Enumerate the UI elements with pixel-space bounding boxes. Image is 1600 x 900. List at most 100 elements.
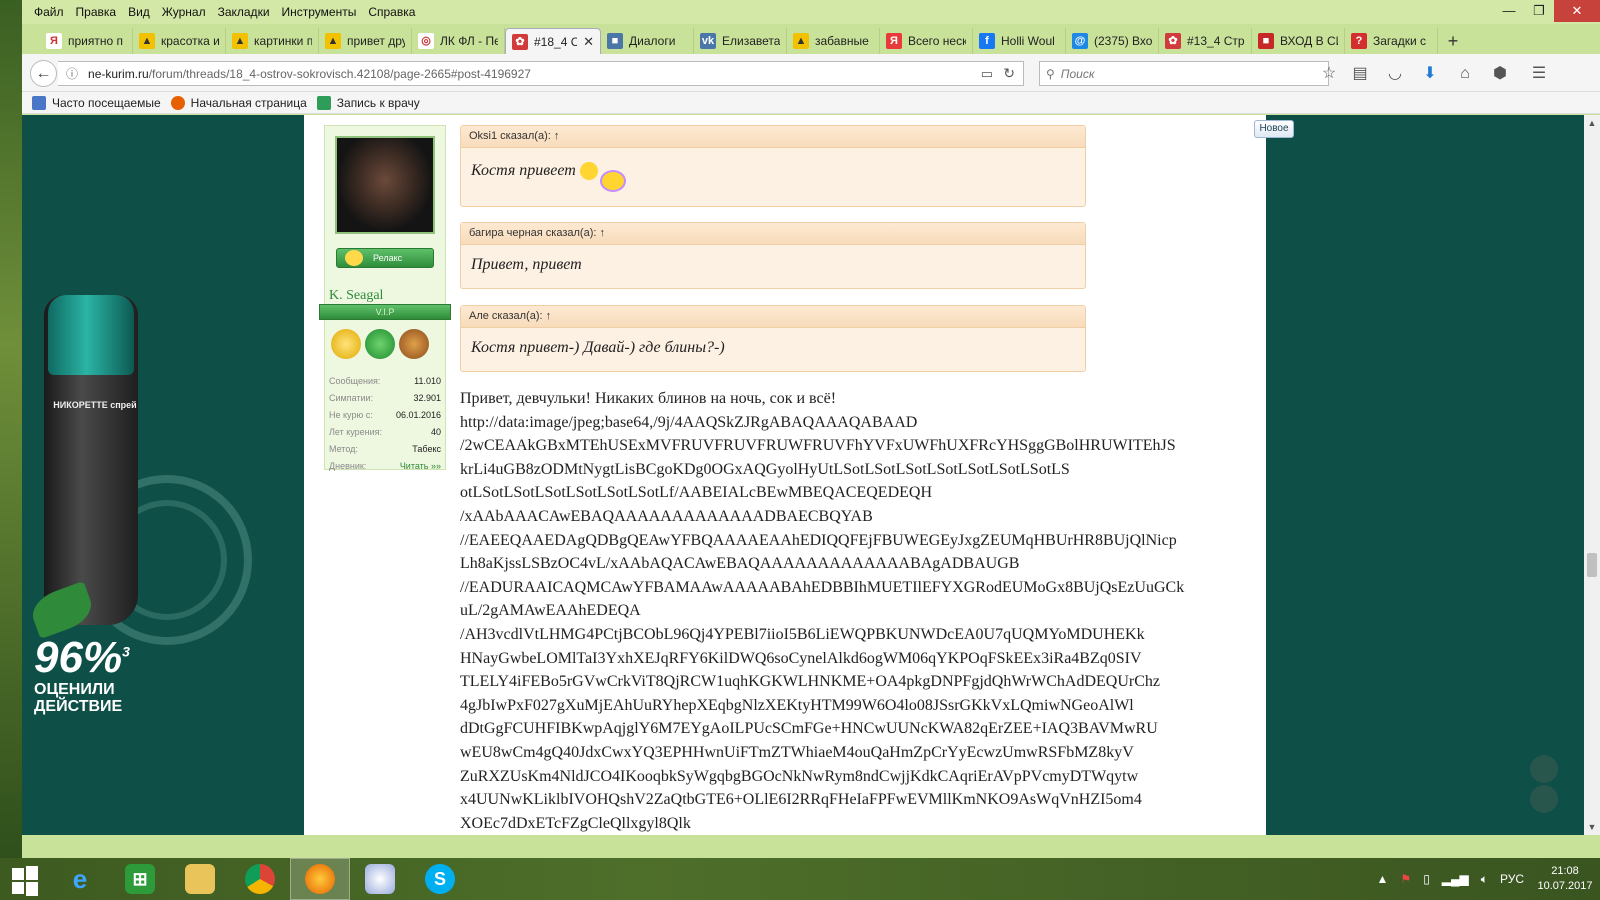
tab-3[interactable]: ▲ привет дру <box>319 28 412 54</box>
close-window-button[interactable]: ✕ <box>1554 0 1600 22</box>
taskbar-paint[interactable] <box>350 858 410 900</box>
quote-header[interactable]: Але сказал(а): ↑ <box>461 306 1085 328</box>
tab-13[interactable]: ■ ВХОД В СИ <box>1252 28 1345 54</box>
maximize-button[interactable]: ❐ <box>1524 0 1554 22</box>
tab-7[interactable]: vk Елизавета <box>694 28 787 54</box>
post-line[interactable]: //EAEEQAAEDAgQDBgQEAwYFBQAAAAEAAhEDIQQFE… <box>460 529 1230 553</box>
power-icon[interactable]: ▯ <box>1423 872 1430 886</box>
quote-header[interactable]: багира черная сказал(а): ↑ <box>461 223 1085 245</box>
scroll-down-circle-icon[interactable] <box>1530 785 1558 813</box>
mood-status-button[interactable]: Релакс <box>336 248 434 268</box>
minimize-button[interactable]: — <box>1494 0 1524 22</box>
tray-expand-icon[interactable]: ▲ <box>1377 872 1389 886</box>
scroll-up-arrow-icon[interactable]: ▲ <box>1584 115 1600 131</box>
tab-2[interactable]: ▲ картинки п <box>226 28 319 54</box>
windows-taskbar: e ⊞ S ▲ ⚑ ▯ ▂▄▆ 🔈︎ РУС 21:08 10.07.2017 <box>0 858 1600 900</box>
tab-1[interactable]: ▲ красотка и <box>133 28 226 54</box>
network-alert-icon[interactable]: ⚑ <box>1400 872 1411 886</box>
menu-tools[interactable]: Инструменты <box>276 5 363 19</box>
username-link[interactable]: K. Seagal <box>329 288 383 304</box>
medal-icon[interactable] <box>331 329 361 359</box>
reload-icon[interactable]: ↻ <box>1003 65 1015 82</box>
post-line[interactable]: /2wCEAAkGBxMTEhUSExMVFRUVFRUVFRUWFRUVFhY… <box>460 434 1230 458</box>
tab-6[interactable]: ■ Диалоги <box>601 28 694 54</box>
post-line[interactable]: dDtGgFCUHFIBKwpAqjglY6M7EYgAoILPUcSCmFGe… <box>460 717 1230 741</box>
post-line[interactable]: //EADURAAICAQMCAwYFBAMAAwAAAAABAhEDBBIhM… <box>460 576 1230 600</box>
new-tab-button[interactable]: + <box>1438 28 1468 54</box>
post-line[interactable]: 4gJbIwPxF027gXuMjEAhUuRYhepXEqbgNlzXEKty… <box>460 694 1230 718</box>
post-line: Привет, девчульки! Никаких блинов на ноч… <box>460 390 837 407</box>
quote-header[interactable]: Oksi1 сказал(а): ↑ <box>461 126 1085 148</box>
post-line[interactable]: x4UUNwKLiklbIVOHQshV2ZaQtbGTE6+OLlE6I2RR… <box>460 788 1230 812</box>
close-tab-icon[interactable]: ✕ <box>583 34 594 50</box>
home-icon[interactable]: ⌂ <box>1454 63 1476 85</box>
diary-link[interactable]: Читать »» <box>400 461 441 471</box>
post-line[interactable]: /xAAbAAACAwEBAQAAAAAAAAAAAAADBAECBQYAB <box>460 505 1230 529</box>
taskbar-chrome[interactable] <box>230 858 290 900</box>
post-line[interactable]: HNayGwbeLOMlTaI3YxhXEJqRFY6KilDWQ6soCyne… <box>460 647 1230 671</box>
tab-11[interactable]: @ (2375) Вход <box>1066 28 1159 54</box>
tab-14[interactable]: ? Загадки с <box>1345 28 1438 54</box>
tab-12[interactable]: ✿ #13_4 Стра <box>1159 28 1252 54</box>
menu-bookmarks[interactable]: Закладки <box>212 5 276 19</box>
trophy-icon[interactable] <box>365 329 395 359</box>
tab-10[interactable]: f Holli Woul <box>973 28 1066 54</box>
reader-view-icon[interactable]: ▭ <box>981 66 993 82</box>
post-line[interactable]: uL/2gAMAwEAAhEDEQA <box>460 599 1230 623</box>
post-line[interactable]: otLSotLSotLSotLSotLSotLSotLf/AABEIALcBEw… <box>460 481 1230 505</box>
addon-icon[interactable]: ⬢ <box>1489 63 1511 85</box>
bookmark-most-visited[interactable]: Часто посещаемые <box>32 95 161 110</box>
star-bookmark-icon[interactable]: ☆ <box>1318 63 1340 85</box>
hamburger-menu-icon[interactable]: ☰ <box>1528 63 1550 85</box>
post-line[interactable]: ZuRXZUsKm4NldJCO4IKooqbkSyWgqbgBGOcNkNwR… <box>460 765 1230 789</box>
bookmark-home-page[interactable]: Начальная страница <box>170 95 307 110</box>
page-scrollbar[interactable]: ▲ ▼ <box>1584 115 1600 835</box>
scroll-thumb[interactable] <box>1587 553 1597 577</box>
clock[interactable]: 21:08 10.07.2017 <box>1530 864 1600 894</box>
star-medal-icon[interactable] <box>399 329 429 359</box>
post-line[interactable]: XOEc7dDxETcFZgCleQllxgyl8Qlk <box>460 812 1230 835</box>
tab-0[interactable]: Яприятно п <box>40 28 133 54</box>
menu-edit[interactable]: Правка <box>70 5 123 19</box>
signal-icon[interactable]: ▂▄▆ <box>1442 872 1469 886</box>
taskbar-store[interactable]: ⊞ <box>110 858 170 900</box>
tab-8[interactable]: ▲ забавные <box>787 28 880 54</box>
new-posts-badge[interactable]: Новое <box>1254 120 1294 138</box>
reading-list-icon[interactable]: ▤ <box>1349 63 1371 85</box>
back-button[interactable]: ← <box>30 60 57 87</box>
pocket-icon[interactable]: ◡ <box>1384 63 1406 85</box>
avatar[interactable] <box>335 136 435 234</box>
taskbar-firefox[interactable] <box>290 858 350 900</box>
language-indicator[interactable]: РУС <box>1500 872 1524 886</box>
post-line[interactable]: /AH3vcdlVtLHMG4PCtjBCObL96Qj4YPEBl7iioI5… <box>460 623 1230 647</box>
nicorette-ad-banner[interactable]: НИКОРЕТТЕ спрей 96%3 ОЦЕНИЛИ ДЕЙСТВИЕ <box>22 115 304 835</box>
taskbar-skype[interactable]: S <box>410 858 470 900</box>
tab-5[interactable]: ✿ #18_4 С ✕ <box>505 28 601 54</box>
download-icon[interactable]: ⬇ <box>1419 63 1441 85</box>
scroll-down-arrow-icon[interactable]: ▼ <box>1584 819 1600 835</box>
menu-history[interactable]: Журнал <box>156 5 212 19</box>
search-box[interactable]: ⚲ <box>1039 61 1329 86</box>
post-line[interactable]: krLi4uGB8zODMtNygtLisBCgoKDg0OGxAQGyolHy… <box>460 458 1230 482</box>
menu-view[interactable]: Вид <box>122 5 156 19</box>
taskbar-ie[interactable]: e <box>50 858 110 900</box>
post-line[interactable]: http://data:image/jpeg;base64,/9j/4AAQSk… <box>460 411 1230 435</box>
menu-file[interactable]: Файл <box>28 5 70 19</box>
stat-messages: Сообщения: 11.010 <box>329 376 441 386</box>
image-icon: ▲ <box>139 33 155 49</box>
start-button[interactable] <box>0 858 50 900</box>
question-icon: ? <box>1351 33 1367 49</box>
bookmark-doctor[interactable]: Запись к врачу <box>316 95 420 110</box>
post-line[interactable]: wEU8wCm4gQ40JdxCwxYQ3EPHHwnUiFTmZTWhiaeM… <box>460 741 1230 765</box>
tab-9[interactable]: Я Всего неск <box>880 28 973 54</box>
address-bar[interactable]: ⓘ ne-kurim.ru/forum/threads/18_4-ostrov-… <box>58 61 1024 86</box>
search-input[interactable] <box>1060 66 1311 81</box>
menu-help[interactable]: Справка <box>362 5 421 19</box>
taskbar-explorer[interactable] <box>170 858 230 900</box>
post-line[interactable]: TLELY4iFEBo5rGVwCrkViT8QjRCW1uqhKGKWLHNK… <box>460 670 1230 694</box>
volume-icon[interactable]: 🔈︎ <box>1481 872 1488 887</box>
post-line[interactable]: Lh8aKjssLSBzOC4vL/xAAbAQACAwEBAQAAAAAAAA… <box>460 552 1230 576</box>
site-info-icon[interactable]: ⓘ <box>66 65 78 82</box>
scroll-up-circle-icon[interactable] <box>1530 755 1558 783</box>
tab-4[interactable]: ◎ ЛК ФЛ - Пе <box>412 28 505 54</box>
